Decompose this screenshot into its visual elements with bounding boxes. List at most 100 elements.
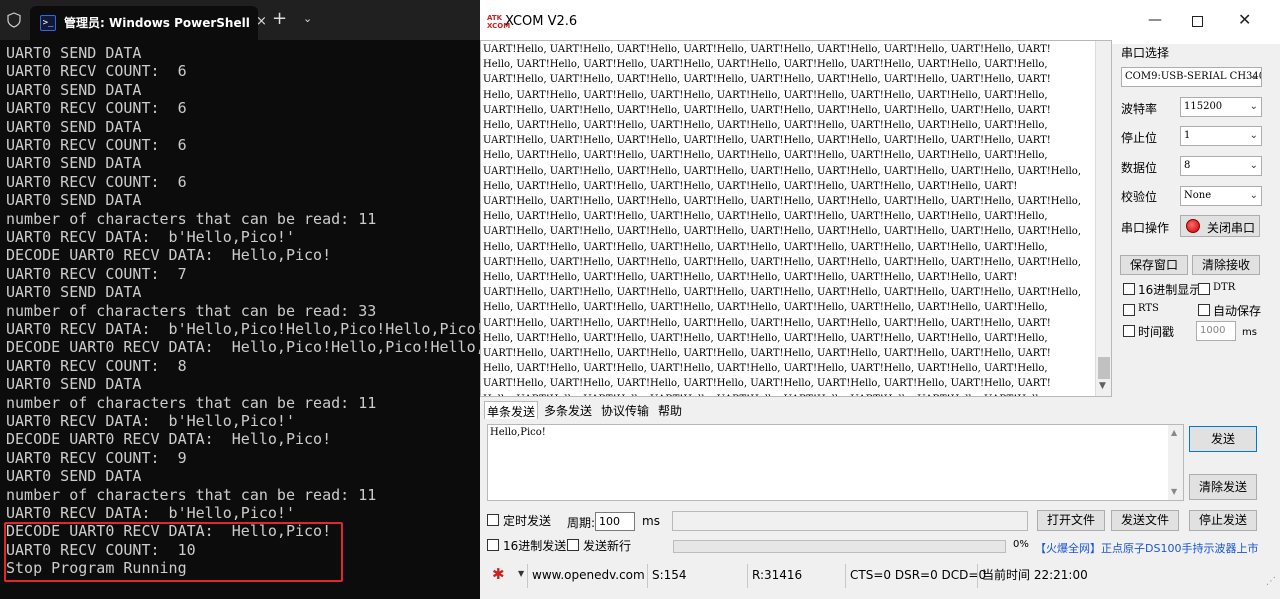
atk-logo-icon: ATK XCOM — [487, 14, 511, 30]
close-port-label: 关闭串口 — [1207, 221, 1256, 235]
new-tab-icon[interactable]: + — [272, 9, 287, 29]
maximize-icon[interactable] — [1192, 16, 1203, 27]
hex-display-checkbox[interactable] — [1123, 283, 1135, 295]
terminal-line: UART0 SEND DATA — [6, 117, 142, 136]
send-text: Hello,Pico! — [490, 427, 546, 438]
parity-select[interactable]: None ⌄ — [1180, 186, 1262, 206]
receive-line: UART!Hello, UART!Hello, UART!Hello, UART… — [483, 196, 1081, 207]
save-window-button[interactable]: 保存窗口 — [1120, 255, 1188, 275]
terminal-line: UART0 RECV COUNT: 6 — [6, 136, 187, 154]
hex-display-label: 16进制显示 — [1138, 283, 1202, 297]
close-port-button[interactable]: 关闭串口 — [1180, 215, 1260, 237]
tab-single-send[interactable]: 单条发送 — [484, 401, 539, 419]
close-icon[interactable]: ✕ — [1238, 10, 1251, 29]
tab-protocol[interactable]: 协议传输 — [599, 401, 651, 419]
file-path-field[interactable] — [672, 511, 1028, 531]
send-progress-bar — [673, 540, 1006, 553]
period-input[interactable]: 100 — [595, 512, 635, 531]
receive-line: UART!Hello, UART!Hello, UART!Hello, UART… — [483, 348, 1051, 359]
autosave-checkbox[interactable] — [1198, 304, 1210, 316]
powershell-titlebar: >_ 管理员: Windows PowerShell × + ⌄ — [0, 0, 480, 40]
scroll-down-icon[interactable]: ▼ — [1171, 487, 1177, 496]
stop-send-button[interactable]: 停止发送 — [1189, 510, 1257, 531]
terminal-line: number of characters that can be read: 1… — [6, 209, 377, 228]
terminal-line: UART0 RECV COUNT: 6 — [6, 172, 187, 191]
send-newline-checkbox[interactable] — [567, 539, 579, 551]
port-op-label: 串口操作 — [1121, 221, 1170, 235]
terminal-line: UART0 RECV DATA: b'Hello,Pico!' — [6, 228, 295, 246]
status-url[interactable]: www.openedv.com — [527, 564, 645, 588]
baud-value: 115200 — [1184, 101, 1223, 112]
terminal-line: DECODE UART0 RECV DATA: Hello,Pico! — [6, 430, 332, 449]
terminal-line: UART0 RECV COUNT: 8 — [6, 356, 187, 375]
terminal-line: UART0 RECV COUNT: 6 — [6, 99, 187, 118]
gear-icon[interactable]: ✱ — [492, 565, 505, 583]
terminal-line: UART0 RECV DATA: b'Hello,Pico!Hello,Pico… — [6, 320, 480, 338]
timed-send-label: 定时发送 — [503, 514, 552, 528]
terminal-output[interactable]: UART0 SEND DATA UART0 RECV COUNT: 6 UART0 … — [0, 40, 480, 599]
send-input[interactable]: Hello,Pico! ▲ ▼ — [487, 424, 1184, 501]
receive-line: Hello, UART!Hello, UART!Hello, UART!Hell… — [483, 302, 1048, 314]
scrollbar-thumb[interactable] — [1098, 357, 1110, 379]
parity-label: 校验位 — [1121, 190, 1158, 204]
scroll-up-icon[interactable]: ▲ — [1171, 428, 1177, 437]
dtr-checkbox[interactable] — [1198, 283, 1210, 295]
baud-select[interactable]: 115200 ⌄ — [1180, 97, 1262, 117]
clear-send-button[interactable]: 清除发送 — [1189, 474, 1257, 500]
receive-line: UART!Hello, UART!Hello, UART!Hello, UART… — [483, 44, 1051, 55]
tab-multi-send[interactable]: 多条发送 — [542, 401, 594, 419]
receive-line: UART!Hello, UART!Hello, UART!Hello, UART… — [483, 287, 1081, 299]
hex-send-checkbox[interactable] — [487, 539, 499, 551]
receive-line: UART!Hello, UART!Hello, UART!Hello, UART… — [483, 74, 1051, 86]
send-file-button[interactable]: 发送文件 — [1111, 510, 1179, 531]
port-value: COM9:USB-SERIAL CH340 — [1125, 71, 1262, 82]
receive-line: Hello, UART!Hello, UART!Hello, UART!Hell… — [483, 272, 1018, 283]
stopbit-select[interactable]: 1 ⌄ — [1180, 126, 1262, 146]
receive-line: Hello, UART!Hello, UART!Hello, UART!Hell… — [483, 363, 1048, 375]
chevron-down-icon[interactable]: ▼ — [518, 569, 524, 578]
status-received: R:31416 — [747, 564, 845, 588]
terminal-line: UART0 SEND DATA — [6, 283, 142, 302]
terminal-line: UART0 RECV DATA: b'Hello,Pico!' — [6, 504, 295, 522]
databit-select[interactable]: 8 ⌄ — [1180, 156, 1262, 176]
receive-scrollbar[interactable]: ▼ — [1095, 41, 1111, 396]
terminal-line: number of characters that can be read: 1… — [6, 393, 377, 412]
terminal-line: DECODE UART0 RECV DATA: Hello,Pico! — [6, 246, 332, 265]
minimize-icon[interactable]: — — [1148, 12, 1162, 28]
send-button[interactable]: 发送 — [1189, 426, 1257, 452]
rts-checkbox[interactable] — [1123, 304, 1135, 316]
tab-help[interactable]: 帮助 — [656, 401, 684, 419]
timed-send-checkbox[interactable] — [487, 514, 499, 526]
period-unit: ms — [642, 514, 660, 528]
terminal-line: UART0 RECV COUNT: 9 — [6, 448, 187, 467]
tab-dropdown-icon[interactable]: ⌄ — [303, 12, 312, 25]
port-select[interactable]: COM9:USB-SERIAL CH340 ⌄ — [1121, 67, 1262, 87]
status-bar: ✱ ▼ www.openedv.com S:154 R:31416 CTS=0 … — [480, 564, 1280, 588]
receive-line: UART!Hello, UART!Hello, UART!Hello, UART… — [483, 226, 1081, 238]
powershell-tab[interactable]: >_ 管理员: Windows PowerShell × — [30, 6, 267, 40]
receive-line: Hello, UART!Hello, UART!Hello, UART!Hell… — [483, 59, 1048, 71]
receive-line: Hello, UART!Hello, UART!Hello, UART!Hell… — [483, 241, 1048, 253]
timestamp-checkbox[interactable] — [1123, 325, 1135, 337]
terminal-line: UART0 SEND DATA — [6, 44, 142, 62]
open-file-button[interactable]: 打开文件 — [1037, 510, 1105, 531]
shield-icon[interactable] — [6, 12, 22, 28]
scroll-down-icon[interactable]: ▼ — [1099, 381, 1106, 391]
clear-receive-button[interactable]: 清除接收 — [1192, 255, 1260, 275]
resize-grip-icon[interactable]: ⋰ — [1266, 576, 1276, 587]
receive-line: Hello, UART!Hello, UART!Hello, UART!Hell… — [483, 150, 1048, 162]
ad-link[interactable]: 【火爆全网】正点原子DS100手持示波器上市 — [1035, 540, 1258, 556]
send-scrollbar[interactable]: ▲ ▼ — [1168, 425, 1183, 500]
timestamp-input[interactable]: 1000 — [1196, 321, 1236, 341]
receive-line: UART!Hello, UART!Hello, UART!Hello, UART… — [483, 317, 1051, 329]
receive-area[interactable]: UART!Hello, UART!Hello, UART!Hello, UART… — [480, 40, 1112, 397]
rts-label: RTS — [1138, 303, 1159, 314]
receive-line: Hello, UART!Hello, UART!Hello, UART!Hell… — [483, 180, 1018, 192]
terminal-line: UART0 RECV COUNT: 6 — [6, 62, 187, 81]
terminal-line: UART0 SEND DATA — [6, 467, 142, 486]
tab-title: 管理员: Windows PowerShell — [64, 16, 250, 30]
terminal-line: UART0 RECV DATA: b'Hello,Pico!' — [6, 412, 295, 430]
stopbit-label: 停止位 — [1121, 131, 1158, 145]
parity-value: None — [1184, 190, 1212, 201]
tab-close-icon[interactable]: × — [256, 14, 267, 29]
